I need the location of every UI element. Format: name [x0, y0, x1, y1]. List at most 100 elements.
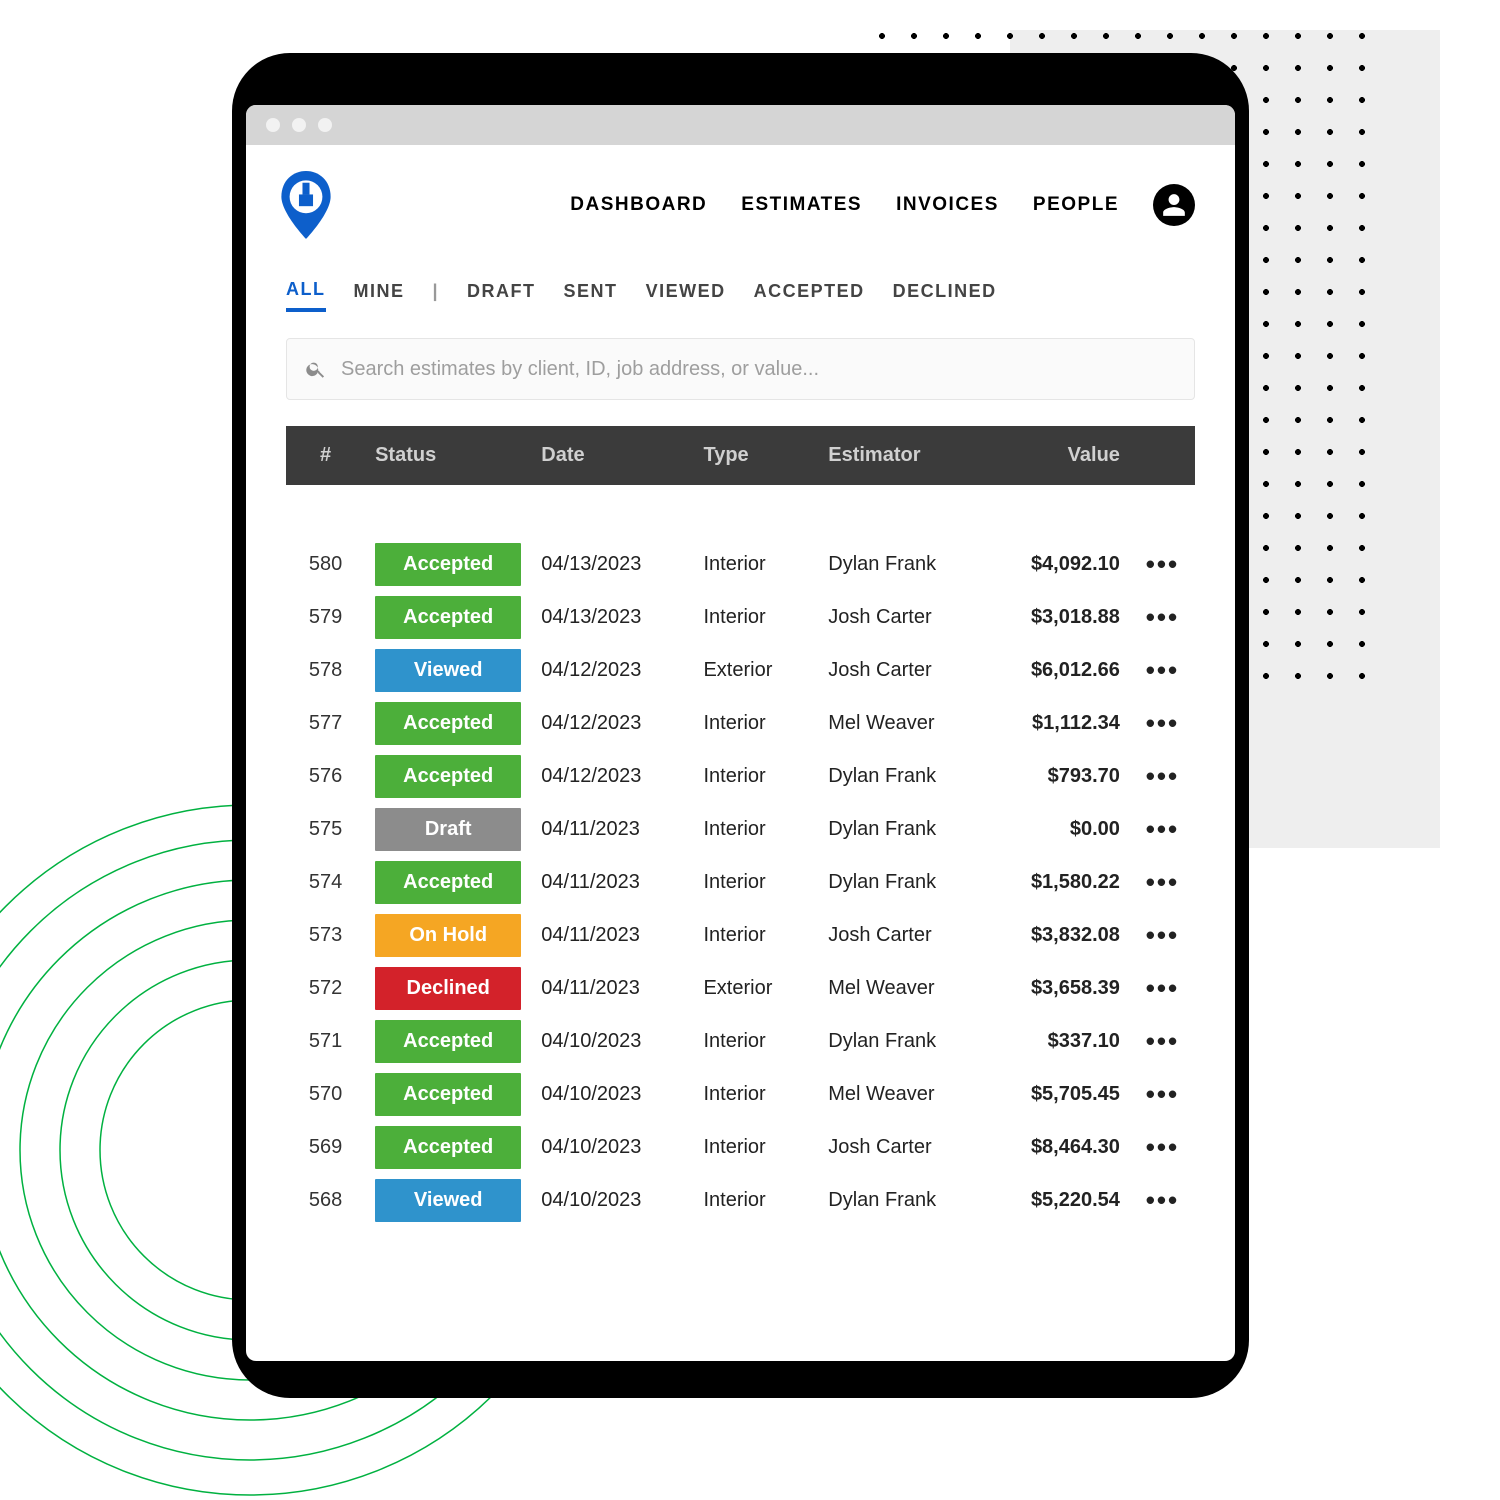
- status-badge: Accepted: [375, 543, 521, 586]
- cell-date: 04/11/2023: [531, 909, 693, 962]
- filter-all[interactable]: ALL: [286, 279, 326, 312]
- cell-estimator: Josh Carter: [818, 591, 985, 644]
- cell-estimator: Mel Weaver: [818, 697, 985, 750]
- table-row[interactable]: 571Accepted04/10/2023InteriorDylan Frank…: [286, 1015, 1195, 1068]
- tablet-frame: DASHBOARD ESTIMATES INVOICES PEOPLE ALL …: [232, 53, 1249, 1398]
- cell-value: $6,012.66: [985, 644, 1130, 697]
- nav-people[interactable]: PEOPLE: [1033, 194, 1119, 216]
- cell-value: $3,658.39: [985, 962, 1130, 1015]
- cell-estimator: Dylan Frank: [818, 750, 985, 803]
- filter-accepted[interactable]: ACCEPTED: [754, 281, 865, 310]
- cell-type: Interior: [693, 538, 818, 591]
- filter-mine[interactable]: MINE: [354, 281, 405, 310]
- status-badge: Viewed: [375, 649, 521, 692]
- cell-id: 575: [286, 803, 365, 856]
- status-badge: Accepted: [375, 702, 521, 745]
- row-actions-menu[interactable]: •••: [1130, 538, 1195, 591]
- cell-id: 570: [286, 1068, 365, 1121]
- filter-draft[interactable]: DRAFT: [467, 281, 536, 310]
- row-actions-menu[interactable]: •••: [1130, 1015, 1195, 1068]
- table-row[interactable]: 570Accepted04/10/2023InteriorMel Weaver$…: [286, 1068, 1195, 1121]
- row-actions-menu[interactable]: •••: [1130, 909, 1195, 962]
- row-actions-menu[interactable]: •••: [1130, 750, 1195, 803]
- status-badge: Accepted: [375, 1020, 521, 1063]
- cell-value: $3,018.88: [985, 591, 1130, 644]
- table-row[interactable]: 569Accepted04/10/2023InteriorJosh Carter…: [286, 1121, 1195, 1174]
- filter-declined[interactable]: DECLINED: [893, 281, 997, 310]
- col-type: Type: [693, 426, 818, 485]
- nav-invoices[interactable]: INVOICES: [896, 194, 999, 216]
- cell-id: 580: [286, 538, 365, 591]
- cell-date: 04/11/2023: [531, 856, 693, 909]
- table-row[interactable]: 568Viewed04/10/2023InteriorDylan Frank$5…: [286, 1174, 1195, 1227]
- cell-type: Interior: [693, 1015, 818, 1068]
- filter-separator: |: [433, 281, 440, 310]
- row-actions-menu[interactable]: •••: [1130, 1068, 1195, 1121]
- row-actions-menu[interactable]: •••: [1130, 644, 1195, 697]
- cell-estimator: Josh Carter: [818, 644, 985, 697]
- user-avatar[interactable]: [1153, 184, 1195, 226]
- row-actions-menu[interactable]: •••: [1130, 1174, 1195, 1227]
- estimates-table: # Status Date Type Estimator Value 580Ac…: [286, 426, 1195, 1227]
- filter-viewed[interactable]: VIEWED: [646, 281, 726, 310]
- search-input[interactable]: [339, 357, 1176, 382]
- col-estimator: Estimator: [818, 426, 985, 485]
- cell-date: 04/12/2023: [531, 697, 693, 750]
- table-row[interactable]: 575Draft04/11/2023InteriorDylan Frank$0.…: [286, 803, 1195, 856]
- cell-id: 576: [286, 750, 365, 803]
- table-row[interactable]: 577Accepted04/12/2023InteriorMel Weaver$…: [286, 697, 1195, 750]
- cell-date: 04/12/2023: [531, 750, 693, 803]
- brand-logo-icon: [276, 171, 336, 239]
- cell-id: 579: [286, 591, 365, 644]
- cell-status: Viewed: [365, 644, 531, 697]
- cell-value: $0.00: [985, 803, 1130, 856]
- cell-status: Declined: [365, 962, 531, 1015]
- cell-type: Interior: [693, 697, 818, 750]
- row-actions-menu[interactable]: •••: [1130, 856, 1195, 909]
- row-actions-menu[interactable]: •••: [1130, 962, 1195, 1015]
- cell-status: Draft: [365, 803, 531, 856]
- cell-type: Interior: [693, 1068, 818, 1121]
- cell-status: Accepted: [365, 856, 531, 909]
- search-bar[interactable]: [286, 338, 1195, 400]
- filter-sent[interactable]: SENT: [564, 281, 618, 310]
- table-row[interactable]: 574Accepted04/11/2023InteriorDylan Frank…: [286, 856, 1195, 909]
- table-row[interactable]: 573On Hold04/11/2023InteriorJosh Carter$…: [286, 909, 1195, 962]
- table-row[interactable]: 576Accepted04/12/2023InteriorDylan Frank…: [286, 750, 1195, 803]
- table-row[interactable]: 579Accepted04/13/2023InteriorJosh Carter…: [286, 591, 1195, 644]
- cell-value: $5,220.54: [985, 1174, 1130, 1227]
- table-row[interactable]: 580Accepted04/13/2023InteriorDylan Frank…: [286, 538, 1195, 591]
- cell-id: 574: [286, 856, 365, 909]
- cell-value: $1,112.34: [985, 697, 1130, 750]
- cell-status: Accepted: [365, 538, 531, 591]
- status-badge: On Hold: [375, 914, 521, 957]
- cell-estimator: Dylan Frank: [818, 1174, 985, 1227]
- cell-status: Accepted: [365, 1068, 531, 1121]
- cell-id: 578: [286, 644, 365, 697]
- table-row[interactable]: 572Declined04/11/2023ExteriorMel Weaver$…: [286, 962, 1195, 1015]
- cell-id: 572: [286, 962, 365, 1015]
- table-header-row: # Status Date Type Estimator Value: [286, 426, 1195, 485]
- cell-estimator: Dylan Frank: [818, 856, 985, 909]
- cell-value: $3,832.08: [985, 909, 1130, 962]
- status-badge: Draft: [375, 808, 521, 851]
- table-row[interactable]: 578Viewed04/12/2023ExteriorJosh Carter$6…: [286, 644, 1195, 697]
- row-actions-menu[interactable]: •••: [1130, 1121, 1195, 1174]
- cell-type: Interior: [693, 1121, 818, 1174]
- cell-id: 573: [286, 909, 365, 962]
- row-actions-menu[interactable]: •••: [1130, 803, 1195, 856]
- cell-date: 04/10/2023: [531, 1121, 693, 1174]
- status-badge: Accepted: [375, 755, 521, 798]
- cell-date: 04/11/2023: [531, 962, 693, 1015]
- cell-type: Interior: [693, 909, 818, 962]
- row-actions-menu[interactable]: •••: [1130, 591, 1195, 644]
- cell-id: 577: [286, 697, 365, 750]
- row-actions-menu[interactable]: •••: [1130, 697, 1195, 750]
- cell-estimator: Mel Weaver: [818, 1068, 985, 1121]
- cell-status: On Hold: [365, 909, 531, 962]
- nav-dashboard[interactable]: DASHBOARD: [570, 194, 707, 216]
- cell-type: Interior: [693, 750, 818, 803]
- cell-date: 04/11/2023: [531, 803, 693, 856]
- nav-estimates[interactable]: ESTIMATES: [741, 194, 862, 216]
- col-id: #: [286, 426, 365, 485]
